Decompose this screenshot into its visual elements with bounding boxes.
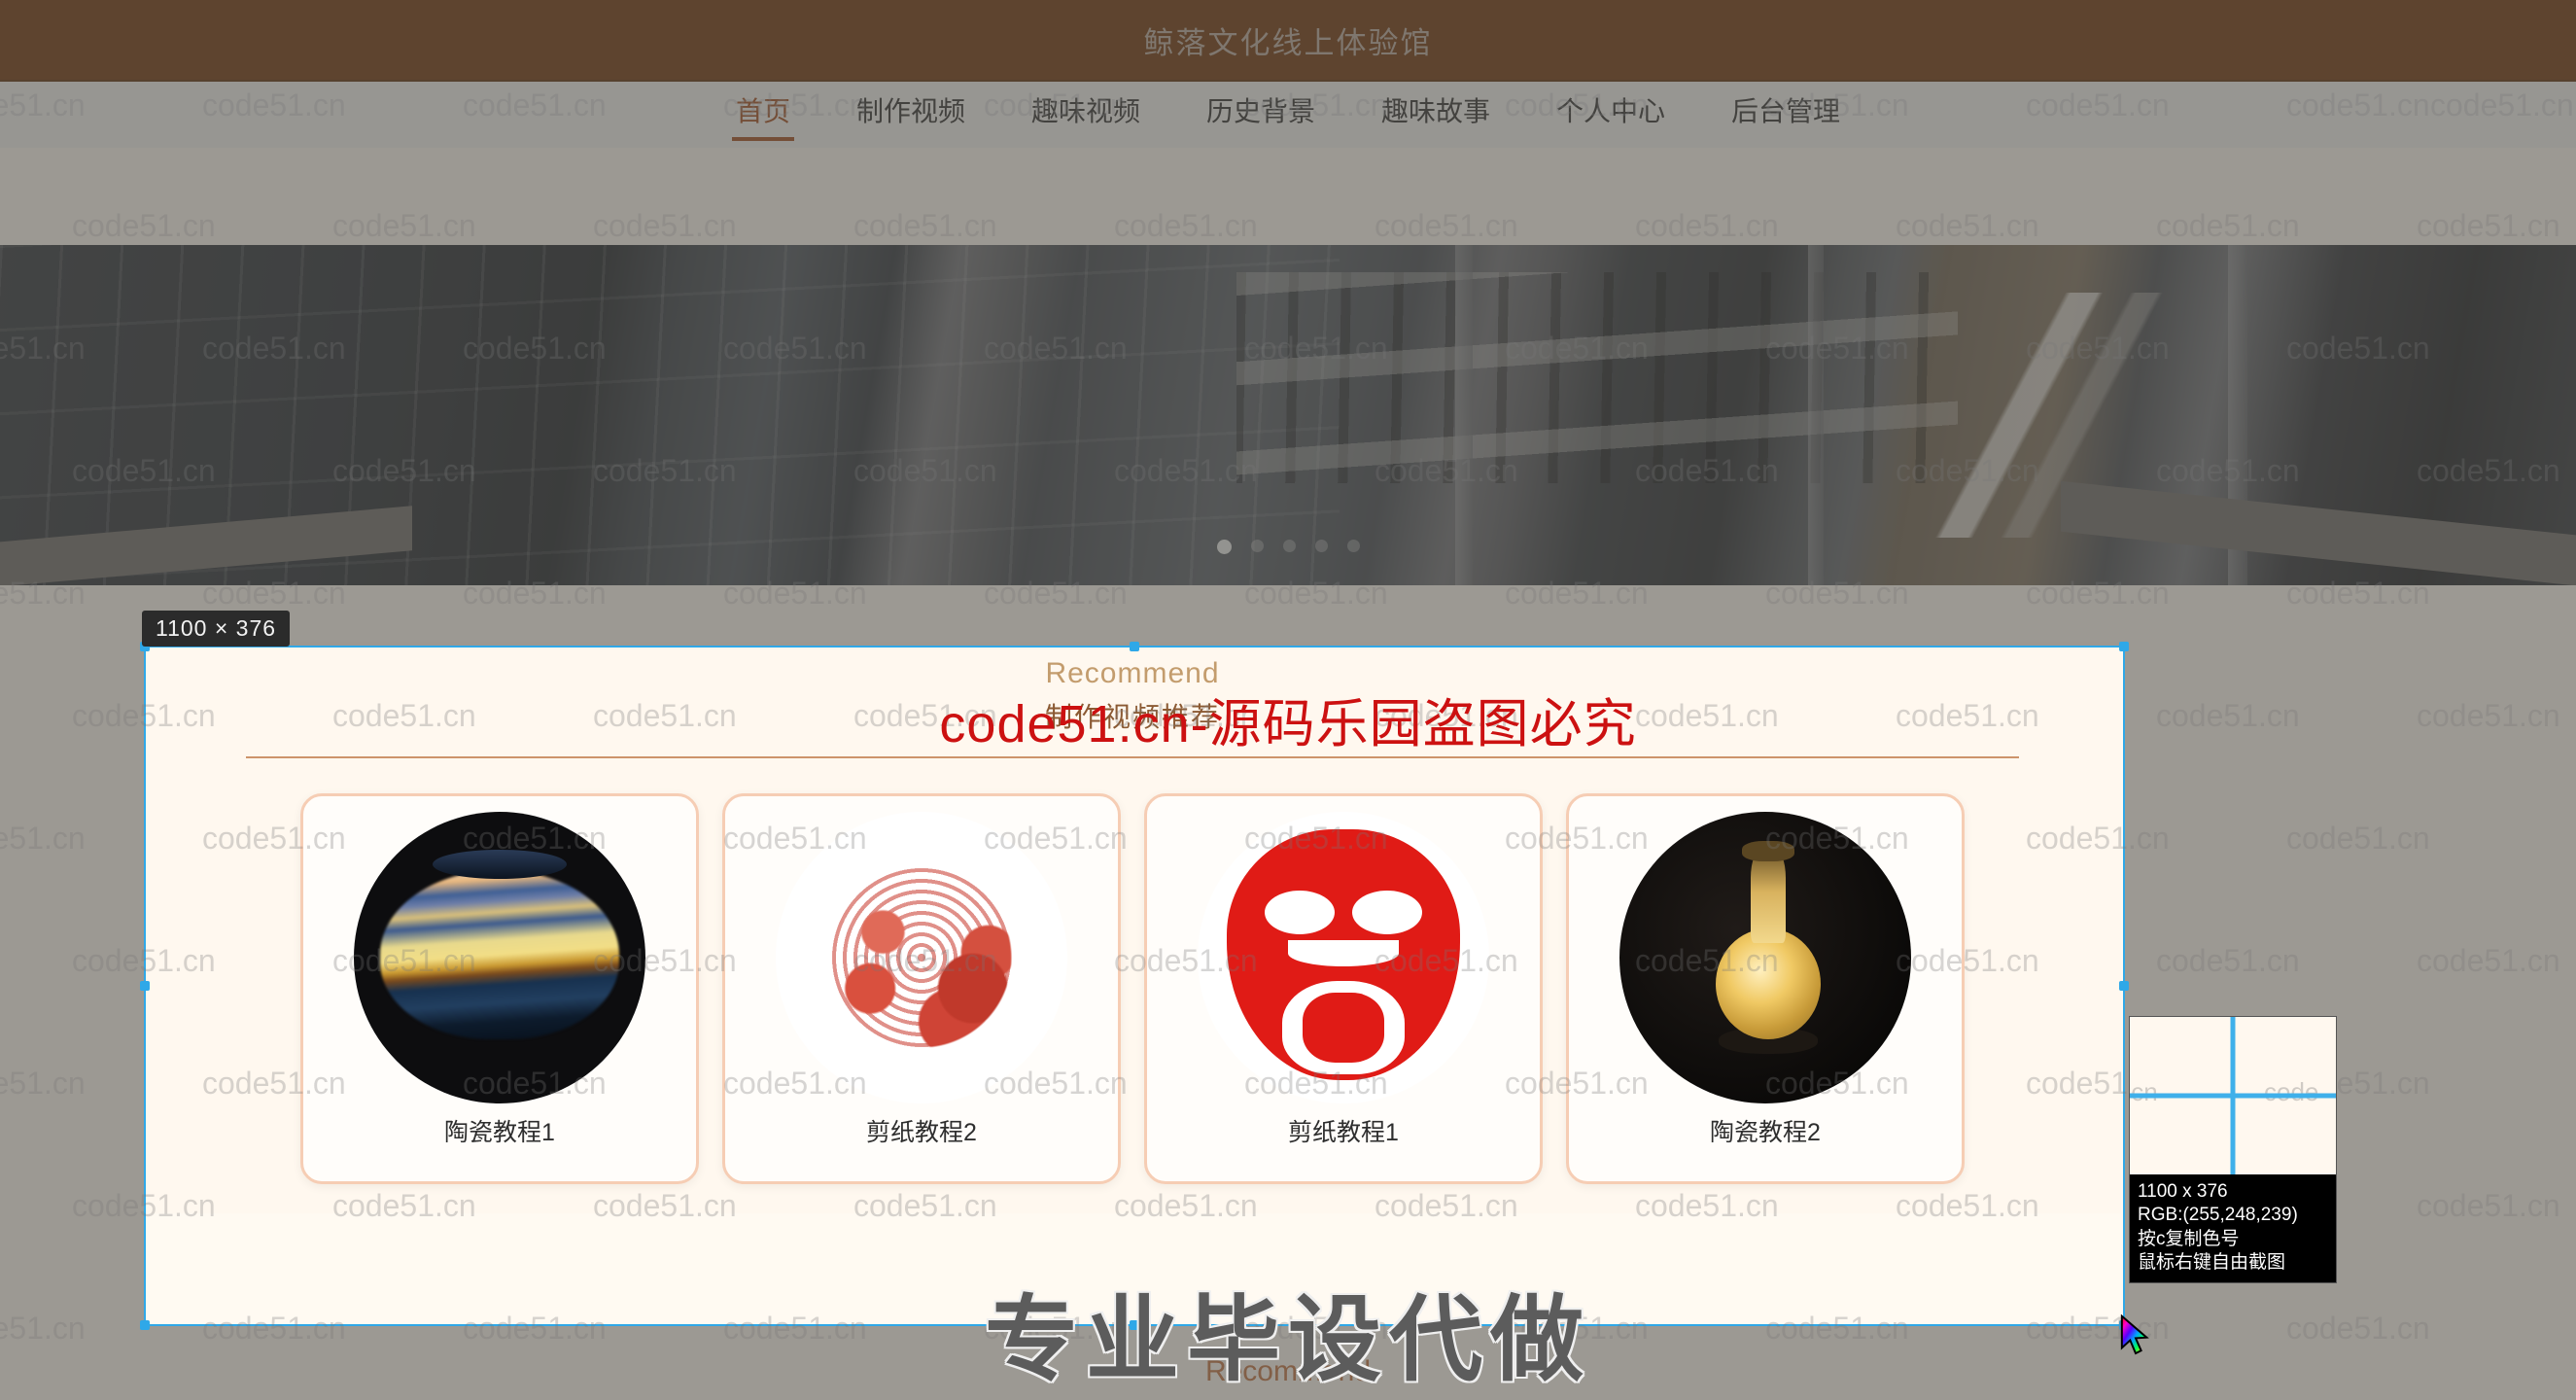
magnifier-hint-right-click: 鼠标右键自由截图 [2138,1251,2286,1273]
hero-column-1 [1455,245,1474,585]
magnifier-crosshair-vertical [2230,1017,2236,1174]
magnifier-rgb-text: RGB:(255,248,239) [2138,1205,2298,1226]
selection-handle-bottom-middle[interactable] [1130,1320,1139,1330]
carousel-dot-2[interactable] [1250,540,1264,552]
capture-magnifier-panel: .cn code 1100 x 376 RGB:(255,248,239) 按c… [2129,1016,2337,1284]
main-nav: 首页 制作视频 趣味视频 历史背景 趣味故事 个人中心 后台管理 [0,82,2576,148]
carousel-dot-5[interactable] [1346,540,1360,552]
magnifier-size-text: 1100 x 376 [2138,1181,2228,1202]
nav-label: 趣味视频 [1030,96,1140,126]
nav-label: 历史背景 [1205,96,1315,126]
capture-size-badge: 1100 × 376 [142,611,291,647]
nav-label: 趣味故事 [1381,96,1491,126]
capture-selection-rect[interactable] [140,642,2129,1330]
magnifier-sample-watermark-right: code [2264,1077,2319,1106]
site-title: 鲸落文化线上体验馆 [1143,25,1433,60]
carousel-dot-4[interactable] [1314,540,1328,552]
hero-carousel[interactable] [0,245,2576,585]
nav-label: 制作视频 [855,96,965,126]
nav-item-history[interactable]: 历史背景 [1197,87,1325,143]
screenshot-stage: 鲸落文化线上体验馆 首页 制作视频 趣味视频 历史背景 趣味故事 个人中心 后台… [0,0,2576,1400]
selection-handle-middle-right[interactable] [2119,981,2129,991]
carousel-dot-1[interactable] [1216,540,1232,554]
nav-item-user-center[interactable]: 个人中心 [1547,87,1675,143]
carousel-dots[interactable] [0,540,2576,554]
magnifier-sample-watermark-left: .cn [2130,1077,2158,1106]
selection-handle-top-middle[interactable] [1130,642,1139,651]
selection-handle-bottom-left[interactable] [140,1320,150,1330]
nav-label: 首页 [735,96,790,126]
nav-item-fun-story[interactable]: 趣味故事 [1372,87,1500,143]
nav-label: 个人中心 [1556,96,1666,126]
nav-item-fun-video[interactable]: 趣味视频 [1022,87,1150,143]
selection-handle-bottom-right[interactable] [2119,1320,2129,1330]
nav-item-production-video[interactable]: 制作视频 [847,87,975,143]
nav-label: 后台管理 [1731,96,1841,126]
selection-handle-middle-left[interactable] [140,981,150,991]
selection-handle-top-right[interactable] [2119,642,2129,651]
nav-item-admin[interactable]: 后台管理 [1722,87,1850,143]
magnifier-hint-copy: 按c复制色号 [2138,1228,2240,1249]
carousel-dot-3[interactable] [1282,540,1296,552]
recommend-heading-en-bottom: Recommend [1204,1355,1372,1387]
magnifier-preview: .cn code [2130,1017,2336,1174]
nav-item-home[interactable]: 首页 [726,87,800,143]
site-header: 鲸落文化线上体验馆 [0,0,2576,82]
magnifier-info: 1100 x 376 RGB:(255,248,239) 按c复制色号 鼠标右键… [2130,1174,2336,1283]
